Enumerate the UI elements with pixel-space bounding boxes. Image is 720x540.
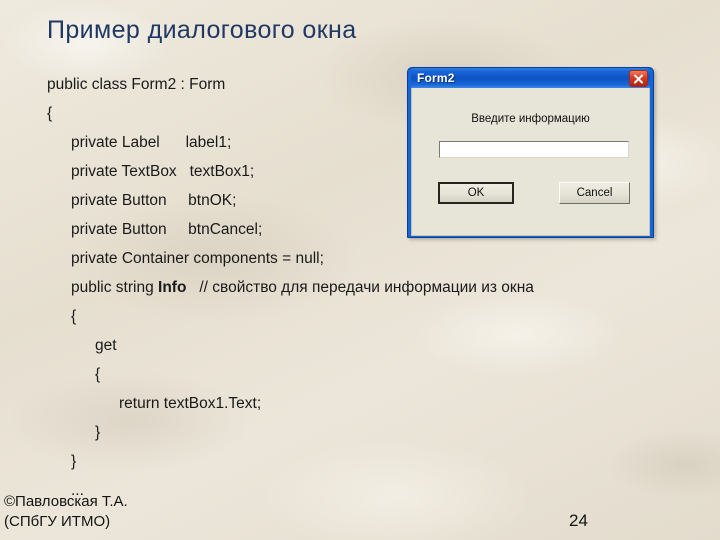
code-line: ... xyxy=(71,482,84,499)
dialog-ok-button[interactable]: OK xyxy=(438,182,514,204)
dialog-cancel-button[interactable]: Cancel xyxy=(559,182,630,204)
footer-credit: ©Павловская Т.А. (СПбГУ ИТМО) xyxy=(4,493,128,530)
code-line: return textBox1.Text; xyxy=(119,395,262,412)
code-line: } xyxy=(71,453,77,470)
code-line: } xyxy=(95,424,101,441)
code-line: private Container components = null; xyxy=(71,250,324,267)
dialog-prompt-label: Введите информацию xyxy=(471,113,590,125)
form2-dialog-window[interactable]: Form2 Введите информацию OK Cancel xyxy=(407,67,654,238)
slide-number: 24 xyxy=(569,511,588,530)
dialog-text-input[interactable] xyxy=(439,141,629,158)
dialog-title-text: Form2 xyxy=(417,71,455,85)
page-title: Пример диалогового окна xyxy=(47,16,357,44)
code-line: { xyxy=(95,366,101,383)
code-line: public string Info // свойство для перед… xyxy=(71,279,534,296)
dialog-titlebar[interactable]: Form2 xyxy=(411,68,650,88)
code-line: { xyxy=(71,308,77,325)
code-line: get xyxy=(95,337,117,354)
close-icon[interactable] xyxy=(629,70,648,87)
slide-canvas: Пример диалогового окна public class For… xyxy=(0,0,720,540)
dialog-client-area: Введите информацию OK Cancel xyxy=(411,88,650,236)
